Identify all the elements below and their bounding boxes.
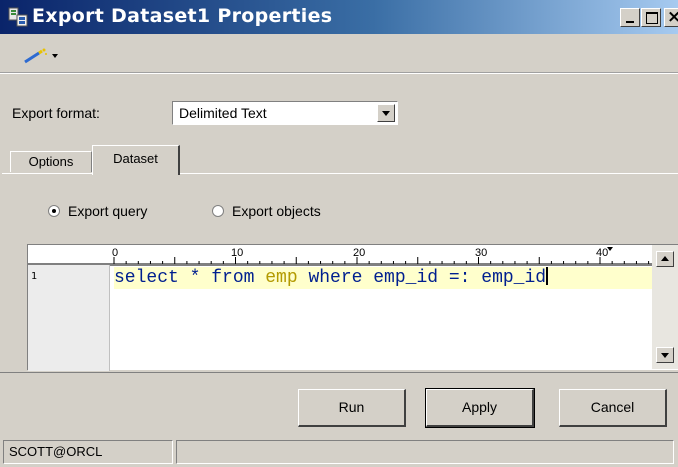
cancel-button[interactable]: Cancel [559,389,667,427]
ruler-ticks [28,257,652,265]
apply-button[interactable]: Apply [425,388,535,428]
column-ruler: 0 10 20 30 40 [28,245,652,266]
text-cursor [546,267,549,285]
sql-code-line[interactable]: select * from emp where emp_id =: emp_id [114,267,652,289]
panel-divider [0,372,678,373]
magic-wand-icon[interactable] [22,48,48,64]
export-format-select[interactable]: Delimited Text [172,101,398,125]
ruler-label-30: 30 [475,247,487,259]
sql-table-name: emp [265,268,298,288]
export-properties-window: Export Dataset1 Properties Export format… [0,0,678,467]
connection-status: SCOTT@ORCL [9,444,103,459]
dataset-export-icon [8,7,28,27]
ruler-label-10: 10 [231,247,243,259]
line-number: 1 [31,271,38,282]
ruler-label-40: 40 [596,247,608,259]
radio-unselected-icon[interactable] [212,205,224,217]
scroll-down-icon[interactable] [656,347,674,363]
minimize-button[interactable] [620,8,640,27]
window-title: Export Dataset1 Properties [32,5,333,27]
status-bar: SCOTT@ORCL [0,440,678,467]
title-bar[interactable]: Export Dataset1 Properties [0,0,678,34]
chevron-down-icon[interactable] [377,104,395,122]
export-format-value: Delimited Text [179,105,267,121]
ruler-label-0: 0 [112,247,118,259]
export-format-label: Export format: [12,105,100,121]
export-query-label: Export query [68,203,148,219]
maximize-button[interactable] [641,8,661,27]
line-gutter [28,265,110,371]
toolbar [0,38,678,73]
tab-options[interactable]: Options [10,151,92,172]
close-button[interactable] [664,7,678,27]
sql-code-part2: where emp_id =: emp_id [297,268,547,288]
sql-code-part1: select * from [114,268,266,288]
toolbar-divider [0,73,678,74]
tab-dataset[interactable]: Dataset [92,145,180,175]
export-objects-label: Export objects [232,203,321,219]
ruler-label-20: 20 [353,247,365,259]
scroll-up-icon[interactable] [656,251,674,267]
editor-scrollbar[interactable] [652,245,678,369]
status-connection-panel: SCOTT@ORCL [3,440,173,464]
status-message-panel [176,440,674,464]
toolbar-dropdown-caret-icon[interactable] [52,54,58,58]
radio-selected-icon[interactable] [48,205,60,217]
sql-editor[interactable]: 0 10 20 30 40 1 select * from emp where … [27,244,678,371]
run-button[interactable]: Run [298,389,406,427]
